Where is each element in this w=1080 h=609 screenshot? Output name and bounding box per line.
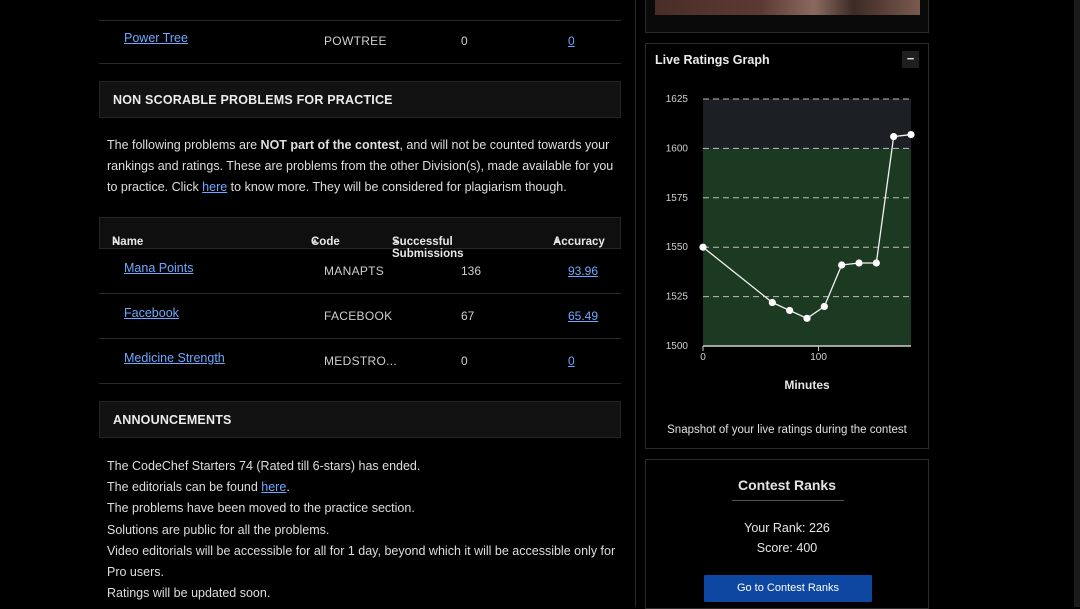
rating-point <box>820 302 828 311</box>
y-tick-label: 1550 <box>666 242 689 253</box>
announcement-line: The problems have been moved to the prac… <box>107 501 415 516</box>
nsp-section-header: NON SCORABLE PROBLEMS FOR PRACTICE <box>99 81 621 118</box>
editorials-here-link[interactable]: here <box>261 480 286 494</box>
announcement-line: The editorials can be found here. <box>107 477 619 498</box>
problem-successful-count: 136 <box>461 264 482 278</box>
problem-accuracy-link[interactable]: 0 <box>568 34 575 48</box>
problem-name-link[interactable]: Power Tree <box>124 31 188 45</box>
column-divider <box>635 0 636 607</box>
go-to-contest-ranks-button[interactable]: Go to Contest Ranks <box>704 575 872 602</box>
live-ratings-panel: 1500 1525 1550 1575 1600 1625 0 100 Minutes Live… <box>645 43 929 449</box>
graph-caption: Snapshot of your live ratings during the… <box>667 424 907 436</box>
nsp-text-part: The following problems are <box>107 138 261 152</box>
rating-point <box>699 243 707 251</box>
graph-title: Live Ratings Graph <box>655 53 770 67</box>
problem-code: MANAPTS <box>324 264 385 278</box>
x-tick-label: 0 <box>700 352 706 363</box>
table-row: Facebook FACEBOOK 67 65.49 <box>99 294 621 339</box>
nsp-heading: NON SCORABLE PROBLEMS FOR PRACTICE <box>113 93 393 107</box>
announcement-text: . <box>286 480 290 495</box>
announcements-heading: ANNOUNCEMENTS <box>113 413 232 427</box>
title-underline <box>732 500 844 501</box>
announcement-line: Solutions are public for all the problem… <box>107 522 330 537</box>
problem-code: POWTREE <box>324 34 387 48</box>
rating-band <box>703 99 911 149</box>
rating-point <box>786 306 794 315</box>
video-panel <box>645 0 929 33</box>
problem-name-link[interactable]: Mana Points <box>124 261 193 275</box>
problem-code: FACEBOOK <box>324 309 393 323</box>
y-tick-label: 1575 <box>666 193 689 204</box>
col-header-label: Name <box>112 236 144 248</box>
rating-point <box>855 259 863 267</box>
problem-code: MEDSTRO... <box>324 354 398 368</box>
problem-name-link[interactable]: Facebook <box>124 306 179 320</box>
announcements-list: The CodeChef Starters 74 (Rated till 6-s… <box>107 456 619 604</box>
col-header-label: Code <box>311 236 340 248</box>
y-tick-label: 1600 <box>666 143 689 154</box>
problems-table-header: ▲︎ Name ▲︎ Code ▲︎ Successful Submissions ▲… <box>99 217 621 260</box>
announcement-line: Ratings will be updated soon. <box>107 586 271 601</box>
problem-row-partial <box>99 0 621 21</box>
contest-ranks-title: Contest Ranks <box>737 477 837 493</box>
table-row: Mana Points MANAPTS 136 93.96 <box>99 249 621 294</box>
table-row: Medicine Strength MEDSTRO... 0 0 <box>99 339 621 384</box>
rating-point <box>890 132 898 141</box>
ratings-chart: 1500 1525 1550 1575 1600 1625 0 100 Minutes <box>666 94 915 392</box>
video-thumbnail[interactable] <box>655 0 920 15</box>
nsp-description: The following problems are NOT part of t… <box>107 135 617 198</box>
announcement-line: The CodeChef Starters 74 (Rated till 6-s… <box>107 459 421 473</box>
announcement-text: The editorials can be found <box>107 480 262 495</box>
problem-successful-count: 67 <box>461 309 475 323</box>
collapse-button[interactable]: − <box>902 51 919 68</box>
rating-point <box>838 261 846 269</box>
your-rank: Your Rank: 226 <box>744 521 830 535</box>
y-tick-label: 1525 <box>666 292 689 303</box>
nsp-here-link[interactable]: here <box>202 180 227 194</box>
problem-row: Power Tree POWTREE 0 0 <box>99 19 621 64</box>
problem-accuracy-link[interactable]: 65.49 <box>568 309 598 323</box>
x-tick-label: 100 <box>810 352 827 363</box>
y-tick-label: 1625 <box>666 94 689 105</box>
announcement-line: Video editorials will be accessible for … <box>107 543 616 558</box>
your-score: Score: 400 <box>756 541 818 555</box>
problem-name-link[interactable]: Medicine Strength <box>124 351 225 365</box>
announcement-line: Pro users. <box>107 565 164 580</box>
x-axis-label: Minutes <box>784 378 830 392</box>
announcements-header: ANNOUNCEMENTS <box>99 401 621 438</box>
page-edge <box>1074 0 1080 607</box>
y-tick-label: 1500 <box>666 341 689 352</box>
problem-successful-count: 0 <box>461 354 468 368</box>
contest-ranks-panel: Contest Ranks Your Rank: 226 Score: 400 … <box>645 459 929 609</box>
col-header-label: Accuracy <box>553 236 605 248</box>
problem-accuracy-link[interactable]: 0 <box>568 354 575 368</box>
nsp-text-bold: NOT part of the contest <box>260 138 400 152</box>
contest-problems-column: Power Tree POWTREE 0 0 NON SCORABLE PROB… <box>99 0 621 607</box>
nsp-text-part: to know more. They will be considered fo… <box>227 180 567 194</box>
rating-point <box>872 259 880 267</box>
rating-point <box>768 298 776 307</box>
problem-successful-count: 0 <box>461 34 468 48</box>
rating-point <box>803 314 811 322</box>
problem-accuracy-link[interactable]: 93.96 <box>568 264 598 278</box>
rating-point <box>907 130 915 139</box>
